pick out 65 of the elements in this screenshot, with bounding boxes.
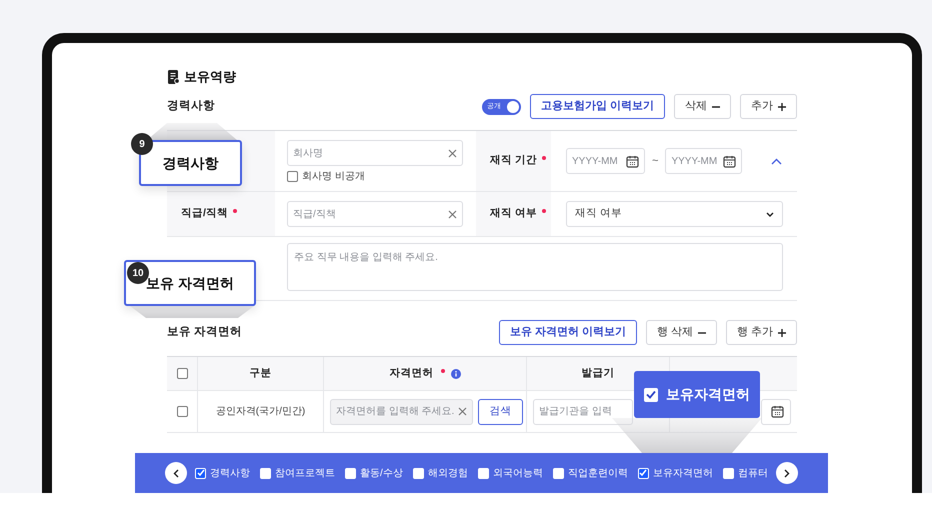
plus-icon <box>778 328 786 336</box>
clear-icon <box>448 210 457 218</box>
input-field[interactable]: 회사명 <box>287 140 463 166</box>
add-button[interactable]: 추가 <box>740 94 797 119</box>
table-cell-text: 공인자격(국가/민간) <box>216 405 306 419</box>
column-header: 자격면허 <box>390 366 434 381</box>
field-label: 재직 여부 <box>490 206 537 222</box>
calendar-icon <box>771 405 784 418</box>
input-field[interactable]: YYYY-MM <box>665 148 742 174</box>
date-field[interactable] <box>761 398 791 424</box>
page-title: 보유역량 <box>184 68 236 86</box>
calendar-icon <box>723 154 736 168</box>
next-button[interactable] <box>776 462 798 484</box>
checkbox[interactable] <box>260 468 271 478</box>
checkbox-label[interactable]: 회사명 비공개 <box>302 169 365 184</box>
callout-text: 보유자격면허 <box>666 385 750 404</box>
input-field[interactable]: 발급기관을 입력 <box>533 398 633 424</box>
document-icon <box>167 70 180 84</box>
range-separator: ~ <box>652 154 658 169</box>
nav-item[interactable]: 경력사항 <box>210 466 250 480</box>
check-icon <box>639 469 648 477</box>
checkbox[interactable] <box>176 406 188 417</box>
checkbox[interactable] <box>412 468 424 478</box>
check-icon <box>196 469 204 477</box>
checkbox[interactable] <box>478 468 489 478</box>
section-title: 경력사항 <box>167 98 216 114</box>
field-label: 재직 기간 <box>490 153 537 168</box>
history-button[interactable]: 보유 자격면허 이력보기 <box>498 320 637 345</box>
input-field[interactable]: 직급/직책 <box>287 201 463 227</box>
clear-icon <box>458 407 467 416</box>
checkbox[interactable] <box>176 368 188 379</box>
checkbox[interactable] <box>552 468 564 478</box>
column-header: 발급기 <box>582 366 614 381</box>
checkbox[interactable] <box>345 468 356 478</box>
plus-icon <box>778 102 786 110</box>
delete-button[interactable]: 행 삭제 <box>646 320 717 345</box>
dropdown[interactable]: 재직 여부 <box>566 201 783 227</box>
nav-item[interactable]: 참여프로젝트 <box>275 466 335 480</box>
previous-button[interactable] <box>165 462 187 484</box>
add-button[interactable]: 행 추가 <box>726 320 797 345</box>
delete-button[interactable]: 삭제 <box>674 94 731 119</box>
input-field[interactable]: YYYY-MM <box>566 148 645 174</box>
chevron-right-icon <box>784 468 790 478</box>
chevron-down-icon <box>766 212 774 216</box>
check-icon <box>646 390 656 399</box>
chevron-left-icon <box>173 468 179 478</box>
nav-item[interactable]: 해외경험 <box>428 466 468 480</box>
section-title: 보유 자격면허 <box>167 324 244 340</box>
checkbox[interactable] <box>722 468 734 478</box>
nav-item[interactable]: 직업훈련이력 <box>568 466 628 480</box>
search-button[interactable]: 검색 <box>478 398 523 424</box>
nav-item[interactable]: 외국어능력 <box>492 466 543 480</box>
chevron-up-icon[interactable] <box>771 158 782 164</box>
text-area[interactable]: 주요 직무 내용을 입력해 주세요. <box>287 243 783 291</box>
nav-item[interactable]: 활동/수상 <box>360 466 403 480</box>
field-label: 직급/직책 <box>181 206 228 222</box>
history-button[interactable]: 고용보험가입 이력보기 <box>530 94 665 119</box>
input-field[interactable]: 자격면허를 입력해 주세요. <box>330 398 473 424</box>
column-header: 구분 <box>250 366 272 381</box>
nav-item[interactable]: 보유자격면허 <box>652 466 713 480</box>
checkbox[interactable] <box>287 171 298 182</box>
step-badge: 9 <box>131 133 153 155</box>
clear-icon <box>448 148 457 158</box>
nav-item[interactable]: 컴퓨터 <box>738 466 768 480</box>
calendar-icon <box>626 154 639 168</box>
